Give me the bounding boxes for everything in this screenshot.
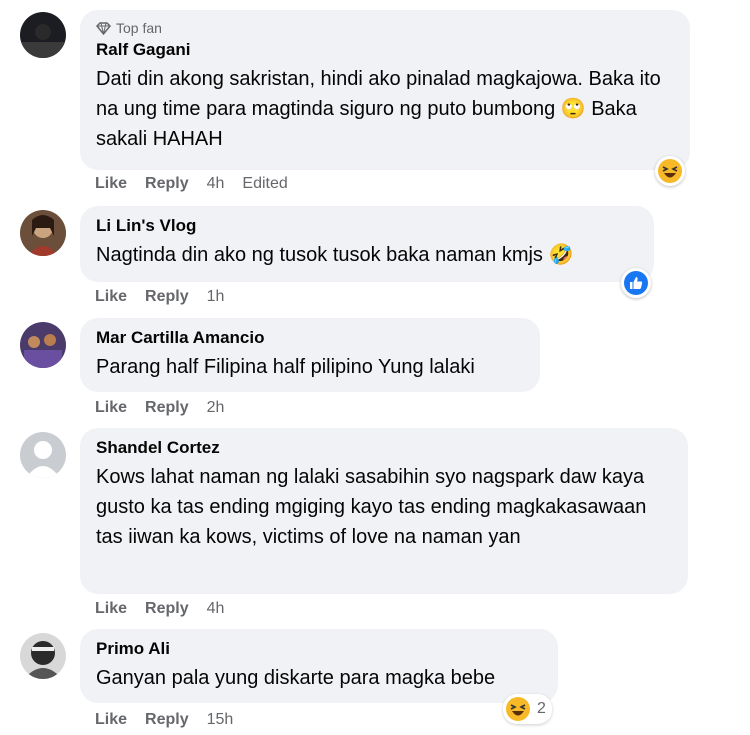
avatar[interactable] (20, 322, 66, 368)
reply-link[interactable]: Reply (145, 711, 189, 729)
comment-text: Nagtinda din ako ng tusok tusok baka nam… (96, 244, 574, 266)
reply-link[interactable]: Reply (145, 288, 189, 306)
comment-bubble: Shandel Cortez Kows lahat naman ng lalak… (80, 428, 688, 594)
timestamp[interactable]: 1h (207, 288, 225, 306)
comment-actions: Like Reply 15h (95, 711, 233, 729)
timestamp[interactable]: 15h (207, 711, 234, 729)
reaction-badge[interactable] (621, 268, 651, 298)
comment-bubble: Li Lin's Vlog Nagtinda din ako ng tusok … (80, 206, 654, 282)
like-link[interactable]: Like (95, 399, 127, 417)
diamond-icon (96, 21, 111, 35)
reply-link[interactable]: Reply (145, 600, 189, 618)
commenter-name[interactable]: Ralf Gagani (96, 40, 674, 60)
edited-label: Edited (242, 175, 288, 192)
reply-link[interactable]: Reply (145, 175, 189, 193)
comment-bubble: Mar Cartilla Amancio Parang half Filipin… (80, 318, 540, 392)
like-icon (624, 271, 648, 295)
reaction-badge[interactable] (655, 156, 685, 186)
comment-bubble: Top fan Ralf Gagani Dati din akong sakri… (80, 10, 690, 170)
like-link[interactable]: Like (95, 288, 127, 306)
avatar[interactable] (20, 432, 66, 478)
like-link[interactable]: Like (95, 175, 127, 193)
comment-text: Parang half Filipina half pilipino Yung … (96, 356, 475, 378)
comment-actions: Like Reply 4h (95, 600, 224, 618)
reaction-count: 2 (537, 700, 546, 717)
commenter-name[interactable]: Shandel Cortez (96, 438, 672, 458)
comment-actions: Like Reply 1h (95, 288, 224, 306)
timestamp[interactable]: 2h (207, 399, 225, 417)
comment-actions: Like Reply 4h Edited (95, 175, 288, 193)
commenter-name[interactable]: Li Lin's Vlog (96, 216, 638, 236)
reaction-badge[interactable]: 2 (503, 694, 552, 724)
timestamp[interactable]: 4h (207, 600, 225, 618)
avatar[interactable] (20, 12, 66, 58)
reply-link[interactable]: Reply (145, 399, 189, 417)
commenter-name[interactable]: Primo Ali (96, 639, 542, 659)
comment-bubble: Primo Ali Ganyan pala yung diskarte para… (80, 629, 558, 703)
default-avatar-icon (20, 432, 66, 478)
avatar[interactable] (20, 210, 66, 256)
haha-icon (658, 159, 682, 183)
top-fan-badge: Top fan (96, 20, 674, 36)
comment-text: Dati din akong sakristan, hindi ako pina… (96, 68, 661, 150)
commenter-name[interactable]: Mar Cartilla Amancio (96, 328, 524, 348)
timestamp[interactable]: 4h (207, 175, 225, 193)
top-fan-label: Top fan (116, 20, 162, 36)
haha-icon (506, 697, 530, 721)
comment-text: Kows lahat naman ng lalaki sasabihin syo… (96, 466, 647, 548)
avatar[interactable] (20, 633, 66, 679)
comment-actions: Like Reply 2h (95, 399, 224, 417)
comment-text: Ganyan pala yung diskarte para magka beb… (96, 667, 496, 689)
like-link[interactable]: Like (95, 711, 127, 729)
like-link[interactable]: Like (95, 600, 127, 618)
